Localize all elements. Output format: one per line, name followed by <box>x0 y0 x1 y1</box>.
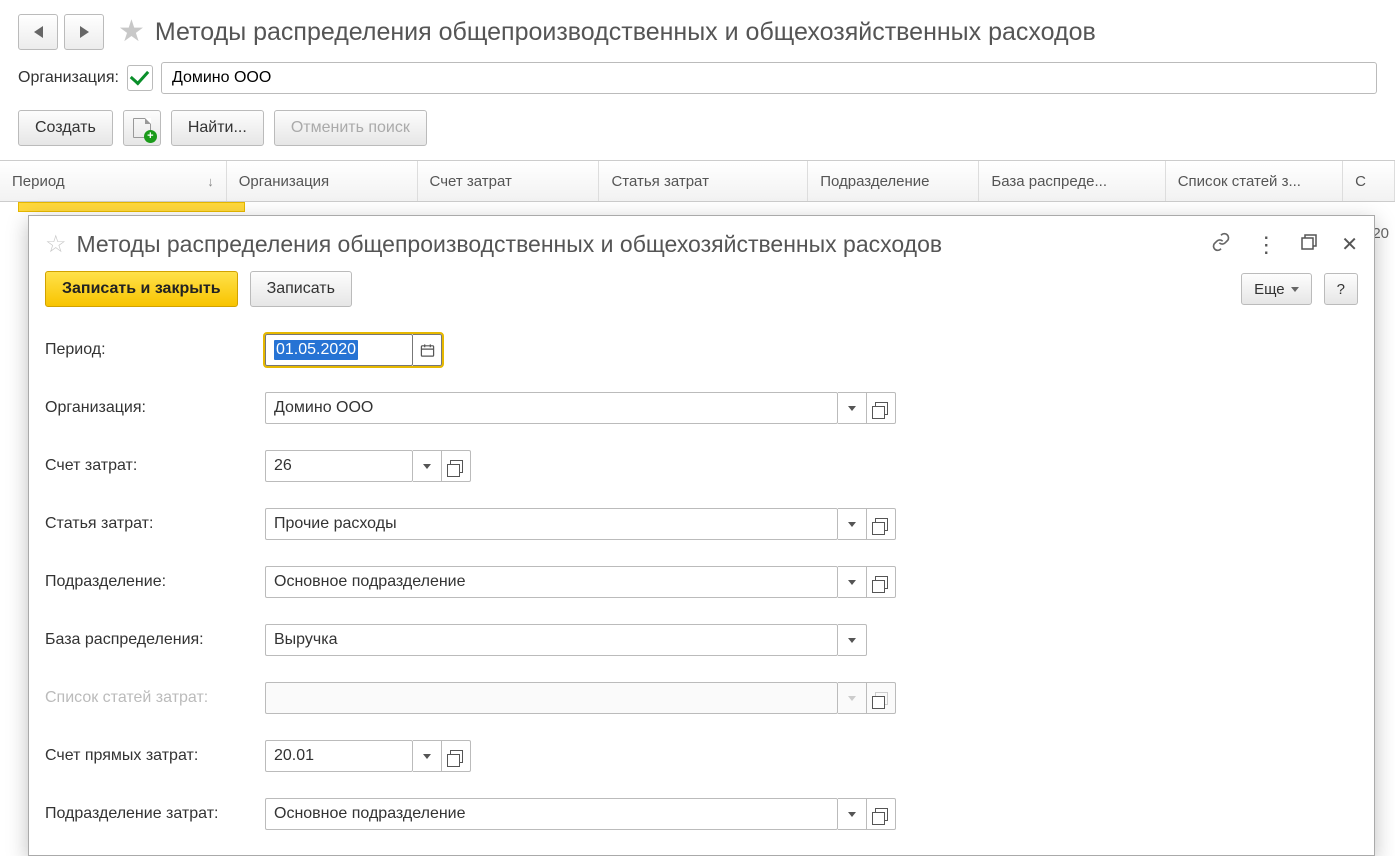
popout-icon <box>875 808 888 821</box>
kebab-menu-icon[interactable]: ⋮ <box>1255 238 1277 252</box>
chevron-down-icon <box>423 754 431 759</box>
item-list-dropdown-button <box>838 682 867 714</box>
sort-asc-icon: ↓ <box>207 174 214 189</box>
chevron-down-icon <box>848 406 856 411</box>
direct-acc-input[interactable]: 20.01 <box>265 740 413 772</box>
popout-icon <box>875 518 888 531</box>
save-close-button[interactable]: Записать и закрыть <box>45 271 238 307</box>
arrow-right-icon <box>80 26 89 38</box>
period-calendar-button[interactable] <box>413 334 442 366</box>
popout-icon <box>875 576 888 589</box>
cost-item-dropdown-button[interactable] <box>838 508 867 540</box>
base-dropdown-button[interactable] <box>838 624 867 656</box>
col-org[interactable]: Организация <box>227 161 418 201</box>
calendar-icon <box>420 343 435 358</box>
base-label: База распределения: <box>45 631 265 649</box>
cost-item-label: Статья затрат: <box>45 515 265 533</box>
dept-cost-dropdown-button[interactable] <box>838 798 867 830</box>
chevron-down-icon <box>848 580 856 585</box>
account-input[interactable]: 26 <box>265 450 413 482</box>
dialog-favorite-icon[interactable]: ☆ <box>45 230 67 259</box>
item-list-input <box>265 682 838 714</box>
more-button[interactable]: Еще <box>1241 273 1312 305</box>
org-open-button[interactable] <box>867 392 896 424</box>
active-row-indicator <box>18 202 245 212</box>
save-button[interactable]: Записать <box>250 271 352 307</box>
direct-acc-label: Счет прямых затрат: <box>45 747 265 765</box>
col-base[interactable]: База распреде... <box>979 161 1165 201</box>
nav-forward-button[interactable] <box>64 14 104 50</box>
popout-icon <box>875 692 888 705</box>
account-open-button[interactable] <box>442 450 471 482</box>
popout-icon <box>875 402 888 415</box>
chevron-down-icon <box>848 812 856 817</box>
period-input-value: 01.05.2020 <box>274 340 358 360</box>
nav-back-button[interactable] <box>18 14 58 50</box>
col-period[interactable]: Период ↓ <box>0 161 227 201</box>
direct-acc-open-button[interactable] <box>442 740 471 772</box>
document-plus-icon <box>133 118 151 138</box>
direct-acc-dropdown-button[interactable] <box>413 740 442 772</box>
cancel-search-button[interactable]: Отменить поиск <box>274 110 427 146</box>
dialog-title: Методы распределения общепроизводственны… <box>77 231 1212 258</box>
edit-dialog: ☆ Методы распределения общепроизводствен… <box>28 215 1375 856</box>
period-input[interactable]: 01.05.2020 <box>265 334 413 366</box>
period-label: Период: <box>45 341 265 359</box>
popout-icon <box>450 750 463 763</box>
help-button[interactable]: ? <box>1324 273 1358 305</box>
chevron-down-icon <box>848 522 856 527</box>
org-filter-checkbox[interactable] <box>127 65 153 91</box>
table-header: Период ↓ Организация Счет затрат Статья з… <box>0 160 1395 202</box>
account-label: Счет затрат: <box>45 457 265 475</box>
favorite-star-icon[interactable]: ★ <box>118 17 145 47</box>
col-item-list[interactable]: Список статей з... <box>1166 161 1343 201</box>
base-input[interactable]: Выручка <box>265 624 838 656</box>
col-more[interactable]: С <box>1343 161 1395 201</box>
link-icon[interactable] <box>1211 232 1231 257</box>
org-filter-input[interactable] <box>161 62 1377 94</box>
find-button[interactable]: Найти... <box>171 110 264 146</box>
chevron-down-icon <box>423 464 431 469</box>
chevron-down-icon <box>848 638 856 643</box>
col-dept[interactable]: Подразделение <box>808 161 979 201</box>
org-input[interactable]: Домино ООО <box>265 392 838 424</box>
account-dropdown-button[interactable] <box>413 450 442 482</box>
col-cost-item[interactable]: Статья затрат <box>599 161 808 201</box>
org-dropdown-button[interactable] <box>838 392 867 424</box>
cost-item-input[interactable]: Прочие расходы <box>265 508 838 540</box>
dept-dropdown-button[interactable] <box>838 566 867 598</box>
chevron-down-icon <box>848 696 856 701</box>
item-list-open-button <box>867 682 896 714</box>
page-title: Методы распределения общепроизводственны… <box>155 18 1096 47</box>
dept-label: Подразделение: <box>45 573 265 591</box>
dept-cost-open-button[interactable] <box>867 798 896 830</box>
check-icon <box>130 66 150 86</box>
popout-icon <box>450 460 463 473</box>
arrow-left-icon <box>34 26 43 38</box>
col-period-label: Период <box>12 173 65 190</box>
window-restore-icon[interactable] <box>1301 234 1317 255</box>
dept-input[interactable]: Основное подразделение <box>265 566 838 598</box>
org-label: Организация: <box>45 399 265 417</box>
dept-cost-input[interactable]: Основное подразделение <box>265 798 838 830</box>
more-button-label: Еще <box>1254 281 1285 298</box>
create-from-template-button[interactable] <box>123 110 161 146</box>
dept-open-button[interactable] <box>867 566 896 598</box>
col-account[interactable]: Счет затрат <box>418 161 600 201</box>
dept-cost-label: Подразделение затрат: <box>45 805 265 823</box>
create-button[interactable]: Создать <box>18 110 113 146</box>
org-filter-label: Организация: <box>18 69 119 87</box>
cost-item-open-button[interactable] <box>867 508 896 540</box>
chevron-down-icon <box>1291 287 1299 292</box>
close-icon[interactable]: ✕ <box>1341 232 1358 257</box>
item-list-label: Список статей затрат: <box>45 689 265 707</box>
